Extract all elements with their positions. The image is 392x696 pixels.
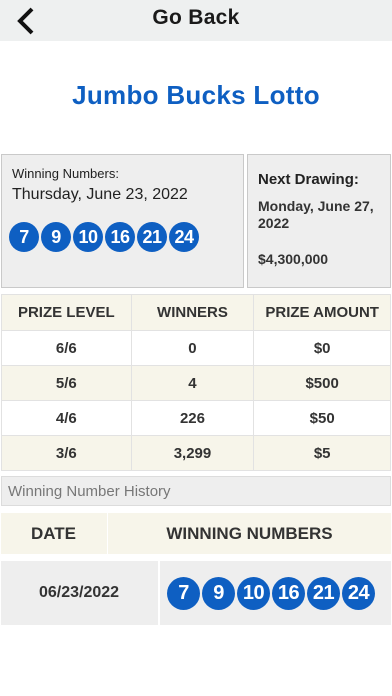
prize-table: PRIZE LEVEL WINNERS PRIZE AMOUNT 6/6 0 $… [1, 294, 391, 471]
table-cell: 226 [130, 400, 255, 436]
table-row: 6/6 0 $0 [1, 330, 391, 366]
table-cell: $0 [253, 330, 391, 366]
table-cell: $5 [253, 435, 391, 471]
number-ball: 9 [41, 222, 71, 252]
number-ball: 10 [237, 577, 270, 610]
winning-numbers-balls: 7 9 10 16 21 24 [9, 222, 199, 252]
winning-numbers-panel: Winning Numbers: Thursday, June 23, 2022… [1, 154, 244, 288]
top-bar: Go Back [0, 0, 392, 41]
winning-numbers-date: Thursday, June 23, 2022 [12, 186, 188, 203]
table-cell: 4 [130, 365, 255, 401]
table-cell: 3,299 [130, 435, 255, 471]
table-cell: 4/6 [1, 400, 132, 436]
table-cell: 6/6 [1, 330, 132, 366]
jackpot-amount: $4,300,000 [258, 251, 329, 267]
table-cell: 5/6 [1, 365, 132, 401]
number-ball: 21 [137, 222, 167, 252]
divider [158, 561, 160, 625]
number-ball: 24 [169, 222, 199, 252]
number-ball: 7 [167, 577, 200, 610]
table-row: 3/6 3,299 $5 [1, 435, 391, 471]
table-row: 4/6 226 $50 [1, 400, 391, 436]
column-header: WINNING NUMBERS [166, 523, 333, 543]
history-label: Winning Number History [8, 483, 171, 500]
number-ball: 16 [272, 577, 305, 610]
page-title: Jumbo Bucks Lotto [72, 80, 320, 110]
column-header: WINNERS [130, 294, 255, 331]
number-ball: 7 [9, 222, 39, 252]
history-numbers-balls: 7 9 10 16 21 24 [167, 577, 375, 610]
table-cell: $50 [253, 400, 391, 436]
column-header: PRIZE AMOUNT [253, 294, 391, 331]
table-row: 5/6 4 $500 [1, 365, 391, 401]
history-date: 06/23/2022 [38, 584, 120, 601]
winning-numbers-label: Winning Numbers: [12, 166, 119, 181]
table-header-row: PRIZE LEVEL WINNERS PRIZE AMOUNT [1, 294, 391, 331]
next-drawing-date: Monday, June 27, 2022 [258, 198, 374, 231]
table-cell: $500 [253, 365, 391, 401]
next-drawing-panel: Next Drawing: Monday, June 27, 2022 $4,3… [247, 154, 391, 288]
history-row[interactable]: 06/23/2022 7 9 10 16 21 24 [1, 561, 391, 625]
number-ball: 16 [105, 222, 135, 252]
number-ball: 9 [202, 577, 235, 610]
history-table-header: DATE WINNING NUMBERS [1, 513, 391, 554]
number-ball: 21 [307, 577, 340, 610]
go-back-title[interactable]: Go Back [0, 6, 392, 30]
number-ball: 10 [73, 222, 103, 252]
column-header: PRIZE LEVEL [1, 294, 132, 331]
table-cell: 3/6 [1, 435, 132, 471]
column-header: DATE [30, 523, 76, 543]
next-drawing-label: Next Drawing: [258, 171, 359, 188]
number-ball: 24 [342, 577, 375, 610]
history-section-header: Winning Number History [1, 476, 391, 506]
table-cell: 0 [130, 330, 255, 366]
